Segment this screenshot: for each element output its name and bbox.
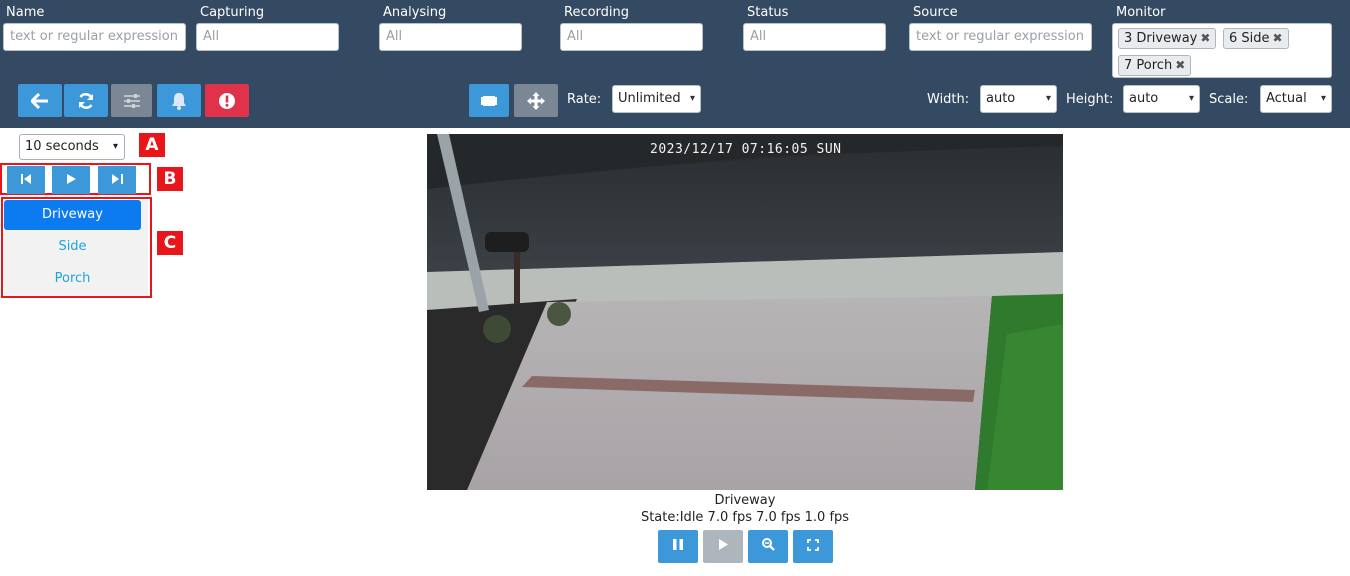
filter-bar: Name text or regular expression Capturin… xyxy=(0,0,1350,128)
recording-filter-select[interactable]: All xyxy=(560,23,703,51)
monitor-chip: 7 Porch ✖ xyxy=(1118,55,1192,76)
camera-image xyxy=(427,134,1063,490)
marker-c: C xyxy=(157,231,183,255)
name-filter-input[interactable]: text or regular expression xyxy=(3,23,186,51)
monitor-filter-label: Monitor xyxy=(1116,5,1166,20)
width-value: auto xyxy=(986,91,1016,106)
zoom-button[interactable] xyxy=(748,530,788,563)
recording-filter-label: Recording xyxy=(564,5,630,20)
next-monitor-button[interactable] xyxy=(98,166,136,194)
alert-icon xyxy=(218,92,236,110)
analysing-filter-select[interactable]: All xyxy=(379,23,522,51)
monitor-chip: 6 Side ✖ xyxy=(1223,28,1289,49)
zoom-out-icon xyxy=(761,538,775,555)
status-filter-label: Status xyxy=(747,5,789,20)
source-filter-label: Source xyxy=(913,5,958,20)
monitor-chip-label: 6 Side xyxy=(1229,31,1270,46)
remove-chip-icon[interactable]: ✖ xyxy=(1175,58,1185,72)
move-button[interactable] xyxy=(514,84,558,117)
monitor-chip-label: 3 Driveway xyxy=(1124,31,1198,46)
play-icon xyxy=(718,539,728,554)
rate-label: Rate: xyxy=(567,92,602,107)
pause-icon xyxy=(673,539,683,554)
fullscreen-button[interactable] xyxy=(793,530,833,563)
film-button[interactable] xyxy=(469,84,509,117)
width-label: Width: xyxy=(927,92,970,107)
rate-select[interactable]: Unlimited ▾ xyxy=(612,85,701,113)
move-arrows-icon xyxy=(527,91,545,110)
refresh-icon xyxy=(77,92,95,110)
chevron-down-icon: ▾ xyxy=(1320,93,1326,104)
monitor-chip-label: 7 Porch xyxy=(1124,58,1173,73)
play-cycle-button[interactable] xyxy=(52,166,90,194)
chevron-down-icon: ▾ xyxy=(1045,93,1051,104)
bell-icon xyxy=(171,92,187,110)
camera-state: State:Idle 7.0 fps 7.0 fps 1.0 fps xyxy=(640,510,850,525)
play-icon xyxy=(66,173,76,188)
film-icon xyxy=(481,95,497,107)
options-button[interactable] xyxy=(111,84,152,117)
capturing-filter-select[interactable]: All xyxy=(196,23,339,51)
height-value: auto xyxy=(1129,91,1159,106)
height-label: Height: xyxy=(1066,92,1114,107)
scale-select[interactable]: Actual ▾ xyxy=(1260,85,1332,113)
back-arrow-icon xyxy=(31,92,49,109)
source-filter-input[interactable]: text or regular expression xyxy=(909,23,1092,51)
marker-b: B xyxy=(157,167,183,191)
pause-button[interactable] xyxy=(658,530,698,563)
previous-monitor-button[interactable] xyxy=(7,166,45,194)
scale-label: Scale: xyxy=(1209,92,1249,107)
sliders-icon xyxy=(123,93,141,109)
height-select[interactable]: auto ▾ xyxy=(1123,85,1200,113)
remove-chip-icon[interactable]: ✖ xyxy=(1200,31,1210,45)
camera-timestamp: 2023/12/17 07:16:05 SUN xyxy=(650,142,842,157)
cycle-interval-select[interactable]: 10 seconds ▾ xyxy=(19,134,125,160)
scale-value: Actual xyxy=(1266,91,1307,106)
cycle-item-porch[interactable]: Porch xyxy=(4,264,141,294)
rate-value: Unlimited xyxy=(618,91,681,106)
fullscreen-icon xyxy=(807,538,819,555)
chevron-down-icon: ▾ xyxy=(1188,93,1194,104)
status-filter-select[interactable]: All xyxy=(743,23,886,51)
skip-next-icon xyxy=(111,173,123,188)
capturing-filter-label: Capturing xyxy=(200,5,265,20)
camera-monitor-name: Driveway xyxy=(714,493,776,508)
cycle-item-driveway[interactable]: Driveway xyxy=(4,200,141,230)
name-filter-label: Name xyxy=(6,5,45,20)
chevron-down-icon: ▾ xyxy=(689,93,695,104)
marker-a: A xyxy=(139,133,165,157)
cycle-monitor-list: Driveway Side Porch xyxy=(4,200,148,295)
monitor-chip: 3 Driveway ✖ xyxy=(1118,28,1217,49)
play-button[interactable] xyxy=(703,530,743,563)
width-select[interactable]: auto ▾ xyxy=(980,85,1057,113)
camera-feed[interactable]: 2023/12/17 07:16:05 SUN xyxy=(427,134,1063,490)
cycle-item-side[interactable]: Side xyxy=(4,232,141,262)
skip-previous-icon xyxy=(20,173,32,188)
remove-chip-icon[interactable]: ✖ xyxy=(1273,31,1283,45)
monitor-filter-select[interactable]: 3 Driveway ✖ 6 Side ✖ 7 Porch ✖ xyxy=(1112,23,1332,78)
chevron-down-icon: ▾ xyxy=(112,141,118,152)
back-button[interactable] xyxy=(18,84,62,117)
notifications-button[interactable] xyxy=(157,84,201,117)
alert-button[interactable] xyxy=(205,84,249,117)
refresh-button[interactable] xyxy=(64,84,108,117)
analysing-filter-label: Analysing xyxy=(383,5,447,20)
cycle-interval-value: 10 seconds xyxy=(25,139,99,154)
